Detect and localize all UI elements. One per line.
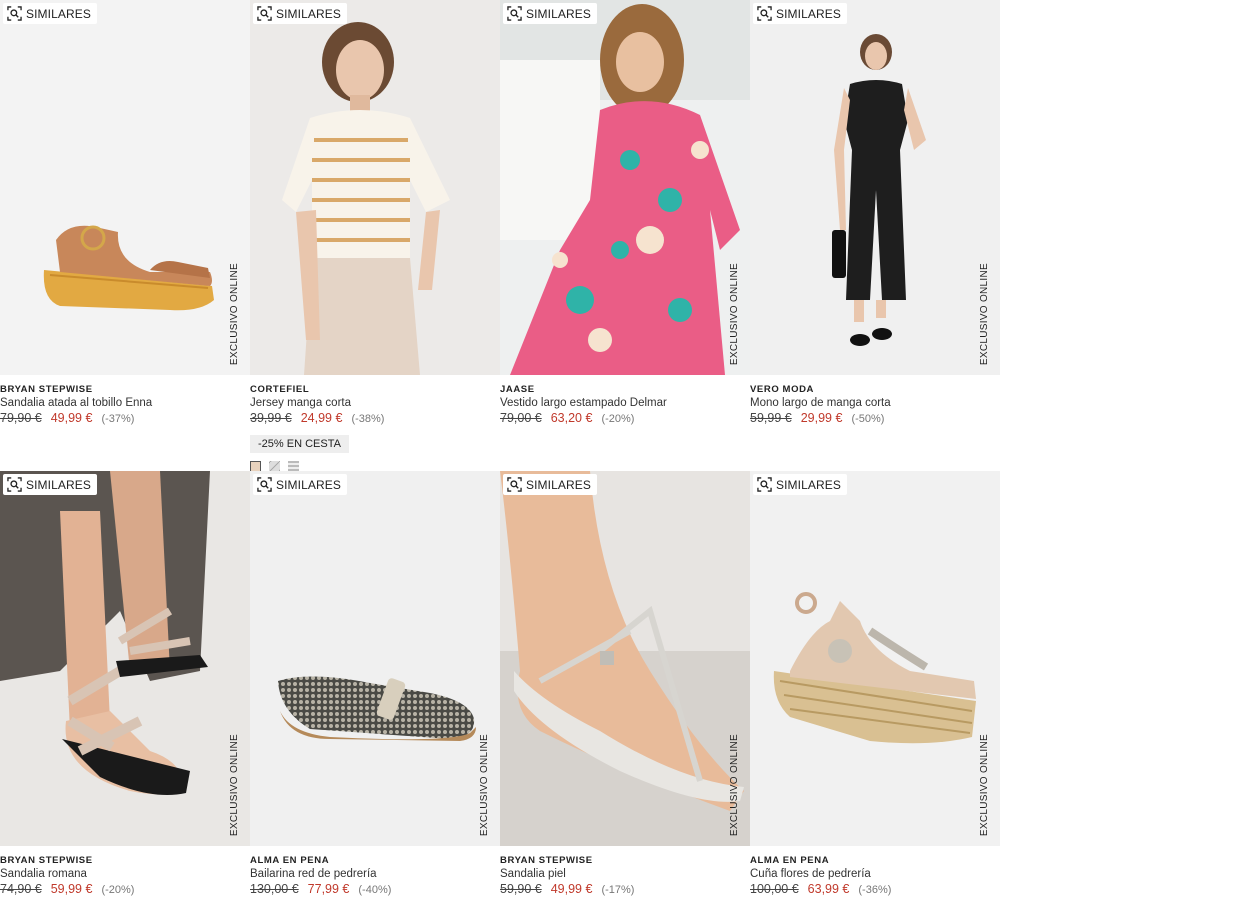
sale-price: 77,99 € [307, 882, 350, 896]
wedge-illustration [773, 592, 976, 744]
product-brand: ALMA EN PENA [250, 855, 330, 866]
sandal-illustration [500, 471, 750, 846]
product-brand: ALMA EN PENA [750, 855, 830, 866]
sale-price: 63,99 € [807, 882, 850, 896]
sale-price: 59,99 € [50, 882, 93, 896]
similar-search-icon [507, 6, 522, 21]
old-price: 59,90 € [500, 882, 542, 896]
product-card[interactable]: SIMILARES EXCLUSIVO ONLINE ALMA EN PENA … [250, 471, 500, 902]
model-illustration [500, 0, 750, 375]
discount-percent: (-20%) [601, 413, 635, 425]
similar-button[interactable]: SIMILARES [253, 3, 347, 24]
discount-percent: (-40%) [358, 884, 392, 896]
similar-button[interactable]: SIMILARES [3, 3, 97, 24]
old-price: 59,99 € [750, 411, 792, 425]
exclusive-online-label: EXCLUSIVO ONLINE [229, 262, 240, 365]
discount-percent: (-20%) [101, 884, 135, 896]
similar-search-icon [257, 6, 272, 21]
product-brand: VERO MODA [750, 384, 814, 395]
price-row: 39,99 € 24,99 € (-38%) [250, 411, 500, 426]
sale-price: 49,99 € [550, 882, 593, 896]
sale-price: 29,99 € [800, 411, 843, 425]
product-card[interactable]: SIMILARES CORTEFIEL Jersey manga corta 3… [250, 0, 500, 472]
price-row: 100,00 € 63,99 € (-36%) [750, 882, 1000, 897]
sandal-illustration [0, 471, 210, 795]
product-name[interactable]: Jersey manga corta [250, 396, 500, 411]
product-brand: CORTEFIEL [250, 384, 310, 395]
discount-percent: (-38%) [351, 413, 385, 425]
product-name[interactable]: Sandalia piel [500, 867, 750, 882]
price-row: 79,90 € 49,99 € (-37%) [0, 411, 250, 426]
price-row: 74,90 € 59,99 € (-20%) [0, 882, 250, 897]
product-name[interactable]: Mono largo de manga corta [750, 396, 1000, 411]
similar-button[interactable]: SIMILARES [753, 474, 847, 495]
discount-percent: (-36%) [858, 884, 892, 896]
old-price: 79,90 € [0, 411, 42, 425]
model-illustration [282, 22, 450, 375]
exclusive-online-label: EXCLUSIVO ONLINE [479, 733, 490, 836]
similar-search-icon [507, 477, 522, 492]
similar-button[interactable]: SIMILARES [503, 3, 597, 24]
product-image[interactable]: SIMILARES EXCLUSIVO ONLINE [500, 0, 750, 375]
similar-button[interactable]: SIMILARES [3, 474, 97, 495]
similar-search-icon [257, 477, 272, 492]
product-brand: BRYAN STEPWISE [0, 384, 93, 395]
product-name[interactable]: Cuña flores de pedrería [750, 867, 1000, 882]
sale-price: 49,99 € [50, 411, 93, 425]
product-card[interactable]: SIMILARES EXCLUSIVO ONLINE BRYAN STEPWIS… [0, 0, 250, 471]
product-card[interactable]: SIMILARES EXCLUSIVO ONLINE BRYAN STEPWIS… [500, 471, 750, 902]
sale-price: 63,20 € [550, 411, 593, 425]
old-price: 130,00 € [250, 882, 299, 896]
model-illustration [832, 34, 926, 346]
similar-search-icon [7, 477, 22, 492]
similar-button[interactable]: SIMILARES [503, 474, 597, 495]
product-brand: JAASE [500, 384, 535, 395]
product-image[interactable]: SIMILARES EXCLUSIVO ONLINE [0, 0, 250, 375]
exclusive-online-label: EXCLUSIVO ONLINE [979, 733, 990, 836]
exclusive-online-label: EXCLUSIVO ONLINE [229, 733, 240, 836]
old-price: 39,99 € [250, 411, 292, 425]
product-card[interactable]: SIMILARES EXCLUSIVO ONLINE BRYAN STEPWIS… [0, 471, 250, 902]
product-name[interactable]: Vestido largo estampado Delmar [500, 396, 750, 411]
discount-percent: (-37%) [101, 413, 135, 425]
product-image[interactable]: SIMILARES [250, 0, 500, 375]
price-row: 79,00 € 63,20 € (-20%) [500, 411, 750, 426]
product-name[interactable]: Sandalia atada al tobillo Enna [0, 396, 250, 411]
ballerina-illustration [278, 676, 476, 741]
price-row: 59,90 € 49,99 € (-17%) [500, 882, 750, 897]
product-card[interactable]: SIMILARES EXCLUSIVO ONLINE JAASE Vestido… [500, 0, 750, 471]
sandal-illustration [43, 225, 214, 311]
old-price: 100,00 € [750, 882, 799, 896]
discount-percent: (-17%) [601, 884, 635, 896]
similar-button[interactable]: SIMILARES [253, 474, 347, 495]
product-brand: BRYAN STEPWISE [0, 855, 93, 866]
exclusive-online-label: EXCLUSIVO ONLINE [729, 733, 740, 836]
product-grid: SIMILARES EXCLUSIVO ONLINE BRYAN STEPWIS… [0, 0, 1000, 902]
similar-search-icon [7, 6, 22, 21]
product-brand: BRYAN STEPWISE [500, 855, 593, 866]
sale-price: 24,99 € [300, 411, 343, 425]
exclusive-online-label: EXCLUSIVO ONLINE [979, 262, 990, 365]
product-image[interactable]: SIMILARES EXCLUSIVO ONLINE [750, 471, 1000, 846]
product-image[interactable]: SIMILARES EXCLUSIVO ONLINE [0, 471, 250, 846]
product-name[interactable]: Bailarina red de pedrería [250, 867, 500, 882]
similar-button[interactable]: SIMILARES [753, 3, 847, 24]
old-price: 74,90 € [0, 882, 42, 896]
exclusive-online-label: EXCLUSIVO ONLINE [729, 262, 740, 365]
product-card[interactable]: SIMILARES EXCLUSIVO ONLINE VERO MODA Mon… [750, 0, 1000, 471]
product-name[interactable]: Sandalia romana [0, 867, 250, 882]
product-image[interactable]: SIMILARES EXCLUSIVO ONLINE [500, 471, 750, 846]
product-image[interactable]: SIMILARES EXCLUSIVO ONLINE [750, 0, 1000, 375]
price-row: 130,00 € 77,99 € (-40%) [250, 882, 500, 897]
price-row: 59,99 € 29,99 € (-50%) [750, 411, 1000, 426]
old-price: 79,00 € [500, 411, 542, 425]
basket-promo-badge: -25% EN CESTA [250, 435, 349, 453]
product-card[interactable]: SIMILARES EXCLUSIVO ONLINE ALMA EN PENA … [750, 471, 1000, 902]
similar-search-icon [757, 6, 772, 21]
product-image[interactable]: SIMILARES EXCLUSIVO ONLINE [250, 471, 500, 846]
similar-search-icon [757, 477, 772, 492]
discount-percent: (-50%) [851, 413, 885, 425]
